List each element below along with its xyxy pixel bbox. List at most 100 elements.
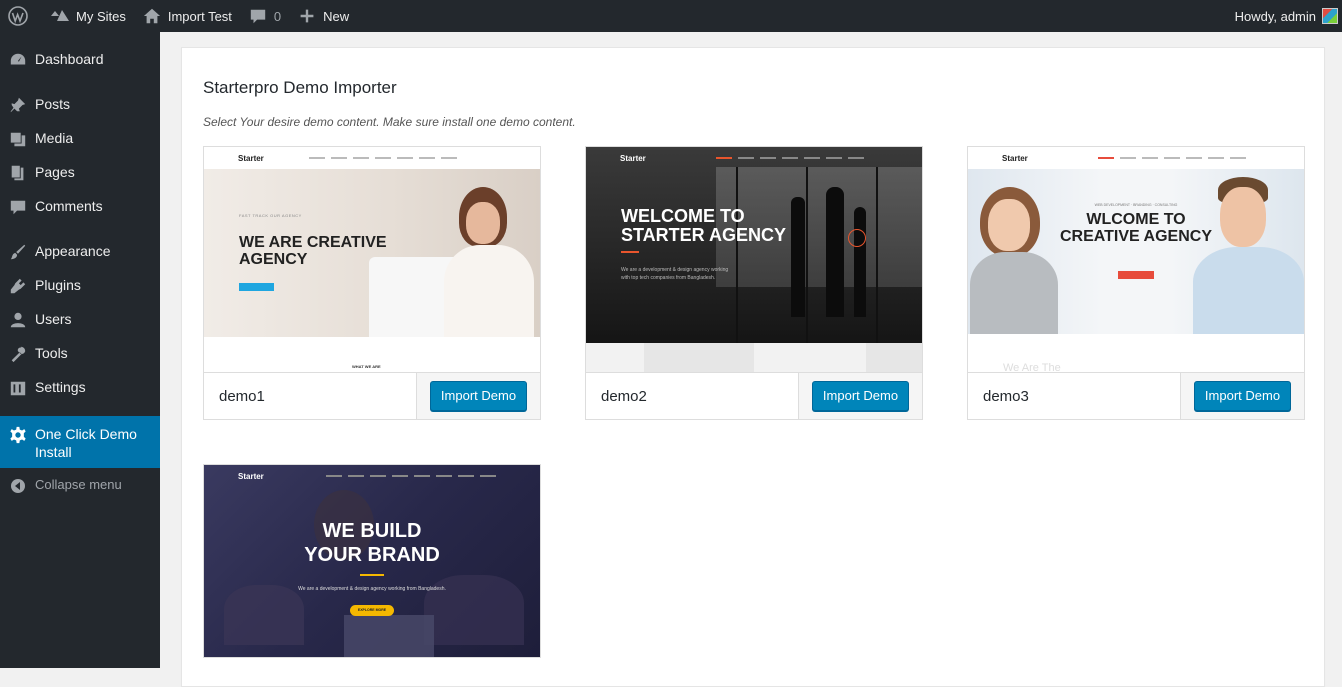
demo1-section-title: WHAT WE ARE (352, 364, 381, 369)
media-icon (8, 129, 28, 149)
wrench-icon (8, 344, 28, 364)
demo2-subtext-line-1: We are a development & design agency wor… (621, 267, 729, 273)
demo1-headline-line-1: WE ARE CREATIVE (239, 234, 387, 251)
demo4-preview-image: Starter WE BUILD YOUR BRAND We are a dev… (204, 465, 540, 657)
comments-count: 0 (273, 8, 282, 24)
comments-menu[interactable]: 0 (240, 0, 289, 32)
demo4-cta: EXPLORE MORE (350, 605, 394, 616)
admin-sidebar: Dashboard Posts Media Pages Comments App… (0, 32, 160, 668)
dashboard-icon (8, 50, 28, 70)
demo2-subtext-line-2: with top tech companies from Bangladesh. (621, 274, 716, 281)
demo3-headline: WLCOME TO CREATIVE AGENCY (968, 211, 1304, 246)
sidebar-item-tools[interactable]: Tools (0, 344, 160, 364)
sidebar-item-one-click-demo-install[interactable]: One Click Demo Install (0, 416, 160, 468)
sidebar-item-comments[interactable]: Comments (0, 197, 160, 217)
brush-icon (8, 242, 28, 262)
site-name-label: Import Test (167, 8, 232, 24)
site-name-menu[interactable]: Import Test (134, 0, 240, 32)
sidebar-item-label: Users (35, 311, 72, 327)
sidebar-item-label: One Click Demo Install (35, 426, 137, 460)
demo2-name: demo2 (586, 373, 799, 419)
demo3-footer: demo3 Import Demo (968, 372, 1304, 419)
sidebar-item-pages[interactable]: Pages (0, 163, 160, 183)
gear-icon (8, 425, 28, 445)
my-sites-label: My Sites (76, 8, 126, 24)
new-label: New (323, 8, 350, 24)
demo-card-demo3: Starter WEB DEVELOPMENT · BRANDING · CON… (967, 146, 1305, 420)
demo1-preview-image: Starter FAST TRACK OUR AGENCY WE ARE CRE… (204, 147, 540, 372)
sidebar-item-label: Plugins (35, 277, 81, 293)
demo2-preview-image: Starter WELCOME TO STARTER AGENCY We are… (586, 147, 922, 372)
settings-icon (8, 378, 28, 398)
account-menu[interactable]: Howdy, admin (1227, 0, 1342, 32)
demo3-headline-line-1: WLCOME TO (1086, 211, 1186, 228)
demo2-headline-line-1: WELCOME TO (621, 206, 745, 226)
sidebar-item-users[interactable]: Users (0, 310, 160, 330)
new-content-menu[interactable]: New (289, 0, 357, 32)
demo1-mini-nav: Starter (204, 147, 540, 169)
sidebar-item-label: Pages (35, 164, 75, 180)
demo2-footer: demo2 Import Demo (586, 372, 922, 419)
demo3-cta (1118, 271, 1154, 279)
demo1-headline: WE ARE CREATIVE AGENCY (239, 234, 387, 269)
my-sites-icon (50, 6, 70, 26)
demo-card-demo4: Starter WE BUILD YOUR BRAND We are a dev… (203, 464, 541, 658)
demo1-headline-line-2: AGENCY (239, 250, 308, 268)
plugin-icon (8, 276, 28, 296)
import-demo3-button[interactable]: Import Demo (1193, 381, 1292, 411)
my-sites-menu[interactable]: My Sites (42, 0, 134, 32)
sidebar-item-label: Settings (35, 379, 86, 395)
sidebar-item-posts[interactable]: Posts (0, 95, 160, 115)
greeting-label: Howdy, admin (1234, 8, 1316, 24)
demo2-subtext: We are a development & design agency wor… (621, 267, 728, 282)
demo3-mini-nav: Starter (968, 147, 1304, 169)
demo-importer-panel: Starterpro Demo Importer Select Your des… (181, 47, 1325, 687)
sidebar-item-appearance[interactable]: Appearance (0, 242, 160, 262)
sidebar-item-label: Appearance (35, 243, 111, 259)
demo4-subtext: We are a development & design agency wor… (298, 586, 446, 592)
sidebar-item-label: Media (35, 130, 74, 146)
user-icon (8, 310, 28, 330)
wordpress-logo-icon (8, 6, 28, 26)
demo4-headline-line-2: YOUR BRAND (304, 544, 440, 566)
demo1-footer: demo1 Import Demo (204, 372, 540, 419)
sidebar-item-settings[interactable]: Settings (0, 378, 160, 398)
collapse-menu-button[interactable]: Collapse menu (0, 476, 160, 496)
demo4-headline: WE BUILD YOUR BRAND (204, 519, 540, 567)
demo-card-demo2: Starter WELCOME TO STARTER AGENCY We are… (585, 146, 923, 420)
sidebar-item-label: Comments (35, 198, 103, 214)
demo1-logo: Starter (238, 153, 264, 163)
avatar (1322, 8, 1338, 24)
demo4-mini-nav: Starter (204, 465, 540, 487)
demo2-headline-line-2: STARTER AGENCY (621, 224, 787, 245)
sidebar-item-dashboard[interactable]: Dashboard (0, 50, 160, 70)
wordpress-logo-button[interactable] (0, 0, 42, 32)
demo1-cta (239, 283, 274, 291)
import-demo1-button[interactable]: Import Demo (429, 381, 528, 411)
import-demo2-button[interactable]: Import Demo (811, 381, 910, 411)
sidebar-item-plugins[interactable]: Plugins (0, 276, 160, 296)
demo3-logo: Starter (1002, 153, 1028, 163)
sidebar-item-label: Tools (35, 345, 68, 361)
demo2-mini-nav: Starter (586, 147, 922, 169)
sidebar-item-label: Posts (35, 96, 71, 112)
page-description: Select Your desire demo content. Make su… (203, 115, 576, 129)
comment-bubble-icon (248, 6, 268, 26)
collapse-arrow-icon (8, 476, 28, 496)
demo2-headline: WELCOME TO STARTER AGENCY (621, 207, 786, 245)
demo2-logo: Starter (620, 153, 646, 163)
demo4-logo: Starter (238, 471, 264, 481)
demo1-kicker: FAST TRACK OUR AGENCY (239, 213, 302, 218)
demo3-section-title: We Are The (1003, 362, 1061, 372)
sidebar-item-media[interactable]: Media (0, 129, 160, 149)
demo3-kicker: WEB DEVELOPMENT · BRANDING · CONSULTING (1094, 203, 1178, 207)
demo3-name: demo3 (968, 373, 1181, 419)
pin-icon (8, 95, 28, 115)
page-title: Starterpro Demo Importer (203, 78, 397, 97)
demo4-headline-line-1: WE BUILD (322, 520, 422, 542)
demo2-accent-line (621, 251, 639, 253)
demo1-name: demo1 (204, 373, 417, 419)
pages-icon (8, 163, 28, 183)
admin-bar: My Sites Import Test 0 New Howdy, admin (0, 0, 1342, 32)
demo3-preview-image: Starter WEB DEVELOPMENT · BRANDING · CON… (968, 147, 1304, 372)
